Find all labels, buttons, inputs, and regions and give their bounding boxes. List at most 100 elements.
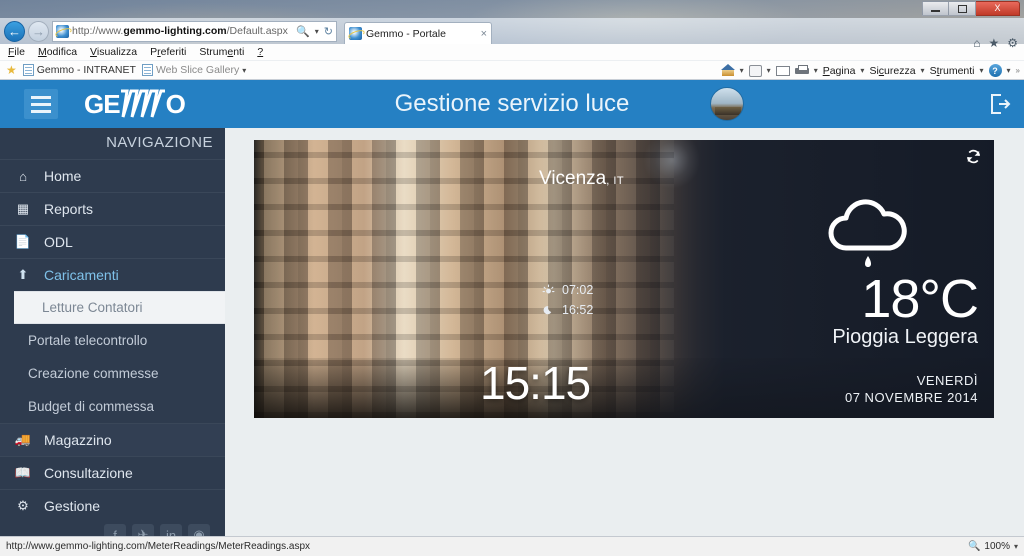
menu-visualizza[interactable]: Visualizza [90,46,137,58]
page-icon [22,64,34,76]
chevron-down-icon[interactable]: ▾ [1014,542,1018,551]
zoom-level: 100% [984,541,1010,552]
forward-button[interactable]: → [28,20,49,42]
sidebar-item-odl[interactable]: 📄 ODL [0,225,225,258]
avatar[interactable] [710,87,744,121]
country-code: , IT [606,175,625,187]
home-icon[interactable]: ⌂ [973,36,980,50]
gears-icon: ⚙ [17,498,29,513]
chevron-down-icon[interactable]: ▾ [921,66,925,75]
tab-strip: Gemmo - Portale × [344,18,492,44]
sunset-time: 16:52 [562,303,594,317]
sidebar-item-home[interactable]: ⌂ Home [0,159,225,192]
twitter-icon[interactable]: ✈ [132,524,154,536]
truck-icon: 🚚 [14,432,32,447]
weather-condition: Pioggia Leggera [832,326,978,348]
linkedin-icon[interactable]: in [160,524,182,536]
rss-icon[interactable]: ◉ [188,524,210,536]
favorite-web-slice-gallery[interactable]: Web Slice Gallery ▾ [141,64,246,76]
home-icon[interactable] [720,64,735,77]
chevron-down-icon[interactable]: ▾ [740,66,744,75]
tab-gemmo-portale[interactable]: Gemmo - Portale × [344,22,492,44]
home-icon: ⌂ [19,168,27,184]
sidebar-item-magazzino[interactable]: 🚚 Magazzino [0,423,225,456]
sidebar-subitem-label: Portale telecontrollo [28,333,148,348]
date-block: VENERDÌ 07 NOVEMBRE 2014 [845,372,978,406]
command-sicurezza[interactable]: Sicurezza [869,65,915,77]
settings-gear-icon[interactable]: ⚙ [1007,36,1018,50]
city-name: Vicenza [539,168,607,189]
close-icon: X [994,3,1001,13]
chevron-down-icon[interactable]: ▾ [767,66,771,75]
feeds-icon[interactable] [748,64,762,77]
weekday: VENERDÌ [916,373,978,388]
logo-text-left: GE [84,88,121,119]
sidebar-subitem-letture-contatori[interactable]: Letture Contatori [14,291,225,324]
chevron-down-icon[interactable]: ▾ [315,27,319,36]
favorite-label: Web Slice Gallery [155,64,240,76]
window-controls: X [922,1,1020,16]
command-pagina[interactable]: Pagina [823,65,856,77]
favorites-star-icon[interactable]: ★ [6,63,17,77]
app-body: NAVIGAZIONE ⌂ Home ▦ Reports 📄 ODL ⬆ Car… [0,128,1024,536]
title-bar: X [0,0,1024,18]
search-icon[interactable]: 🔍 [296,25,310,38]
sidebar-item-gestione[interactable]: ⚙ Gestione [0,489,225,522]
chevron-down-icon[interactable]: ▾ [1007,66,1011,75]
page-icon [141,64,153,76]
refresh-icon[interactable]: ↻ [324,25,333,38]
sunrise-time: 07:02 [562,283,594,297]
menu-preferiti[interactable]: Preferiti [150,46,186,58]
command-strumenti[interactable]: Strumenti [930,65,975,77]
chevron-down-icon[interactable]: ▾ [242,66,246,75]
menu-modifica[interactable]: Modifica [38,46,77,58]
status-url: http://www.gemmo-lighting.com/MeterReadi… [6,541,311,552]
main-content: Vicenza, IT 07:02 16:52 18°C Pioggia Leg… [225,128,1024,536]
facebook-icon[interactable]: f [104,524,126,536]
sidebar-subitem-creazione-commesse[interactable]: Creazione commesse [0,357,225,390]
print-icon[interactable] [794,65,809,76]
ie-shortcut-icons: ⌂ ★ ⚙ [973,36,1018,50]
sidebar-subitem-portale-telecontrollo[interactable]: Portale telecontrollo [0,324,225,357]
minimize-button[interactable] [922,1,949,16]
favorite-gemmo-intranet[interactable]: Gemmo - INTRANET [22,64,136,76]
favorites-star-icon[interactable]: ★ [988,36,999,50]
book-icon: 📖 [14,465,32,480]
logout-icon [991,94,1011,114]
chevron-down-icon[interactable]: ▾ [814,66,818,75]
sidebar-item-label: Caricamenti [44,267,119,283]
help-icon[interactable]: ? [988,64,1002,77]
minimize-icon [931,10,940,12]
menu-strumenti[interactable]: Strumenti [199,46,244,58]
chevron-down-icon[interactable]: ▾ [860,66,864,75]
sidebar-subitem-budget-di-commessa[interactable]: Budget di commessa [0,390,225,423]
menu-help[interactable]: ? [257,46,263,58]
magnifier-icon: 🔍 [967,541,981,552]
sunrise-icon [542,284,555,293]
back-arrow-icon: ← [8,23,21,39]
hamburger-icon[interactable] [24,89,58,119]
close-button[interactable]: X [976,1,1020,16]
logout-button[interactable] [988,92,1012,116]
tab-favicon [349,27,362,40]
weather-refresh-button[interactable] [965,148,982,170]
restore-button[interactable] [949,1,976,16]
menu-file[interactable]: File [8,46,25,58]
weather-city: Vicenza, IT [539,168,624,190]
full-date: 07 NOVEMBRE 2014 [844,390,978,405]
overflow-chevron-icon[interactable]: » [1016,66,1020,75]
tab-close-icon[interactable]: × [481,28,487,40]
sidebar-subitem-label: Budget di commessa [28,399,155,414]
sidebar-item-caricamenti[interactable]: ⬆ Caricamenti [0,258,225,291]
sidebar-item-reports[interactable]: ▦ Reports [0,192,225,225]
address-bar[interactable]: http://www.gemmo-lighting.com/Default.as… [52,20,337,42]
app-header: GE O Gestione servizio luce [0,80,1024,128]
mail-icon[interactable] [775,65,790,76]
sidebar-subitem-label: Creazione commesse [28,366,159,381]
zoom-control[interactable]: 🔍 100% ▾ [968,541,1018,552]
gemmo-logo[interactable]: GE O [84,87,186,121]
chevron-down-icon[interactable]: ▾ [980,66,984,75]
sidebar-subitem-label: Letture Contatori [42,300,143,315]
sidebar-item-consultazione[interactable]: 📖 Consultazione [0,456,225,489]
back-button[interactable]: ← [4,20,25,42]
